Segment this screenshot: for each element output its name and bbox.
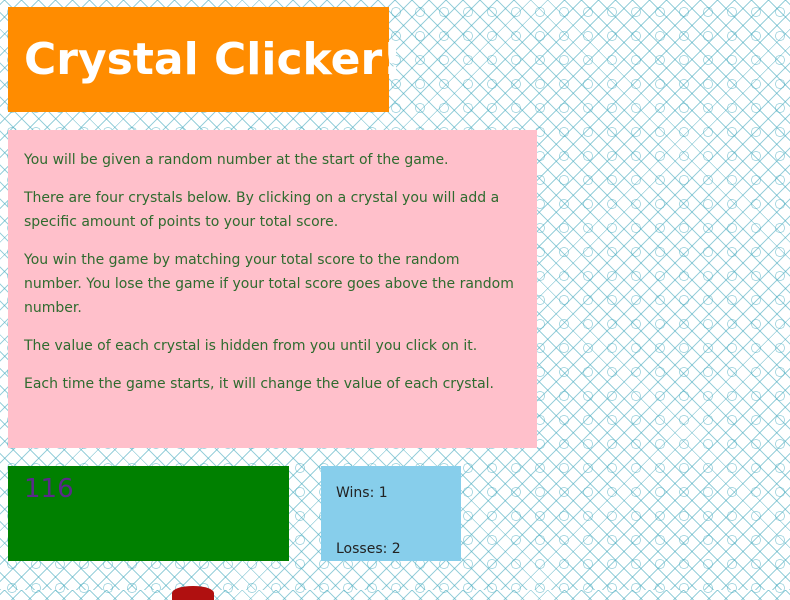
score-panel: Wins: 1 Losses: 2 bbox=[321, 466, 461, 561]
losses-counter: Losses: 2 bbox=[336, 541, 401, 557]
instruction-paragraph: You will be given a random number at the… bbox=[24, 152, 449, 168]
instruction-paragraph: The value of each crystal is hidden from… bbox=[24, 338, 478, 354]
instruction-paragraph: You win the game by matching your total … bbox=[24, 252, 514, 316]
title-banner: Crystal Clicker! bbox=[8, 7, 402, 112]
red-crystal-button[interactable] bbox=[172, 586, 214, 600]
target-number-panel: 116 bbox=[8, 466, 289, 561]
wins-counter: Wins: 1 bbox=[336, 485, 388, 501]
instruction-paragraph: Each time the game starts, it will chang… bbox=[24, 376, 495, 392]
instructions-panel: You will be given a random number at the… bbox=[8, 130, 537, 448]
instruction-paragraph: There are four crystals below. By clicki… bbox=[24, 190, 500, 230]
page-title: Crystal Clicker! bbox=[24, 34, 403, 85]
target-number: 116 bbox=[24, 474, 74, 504]
